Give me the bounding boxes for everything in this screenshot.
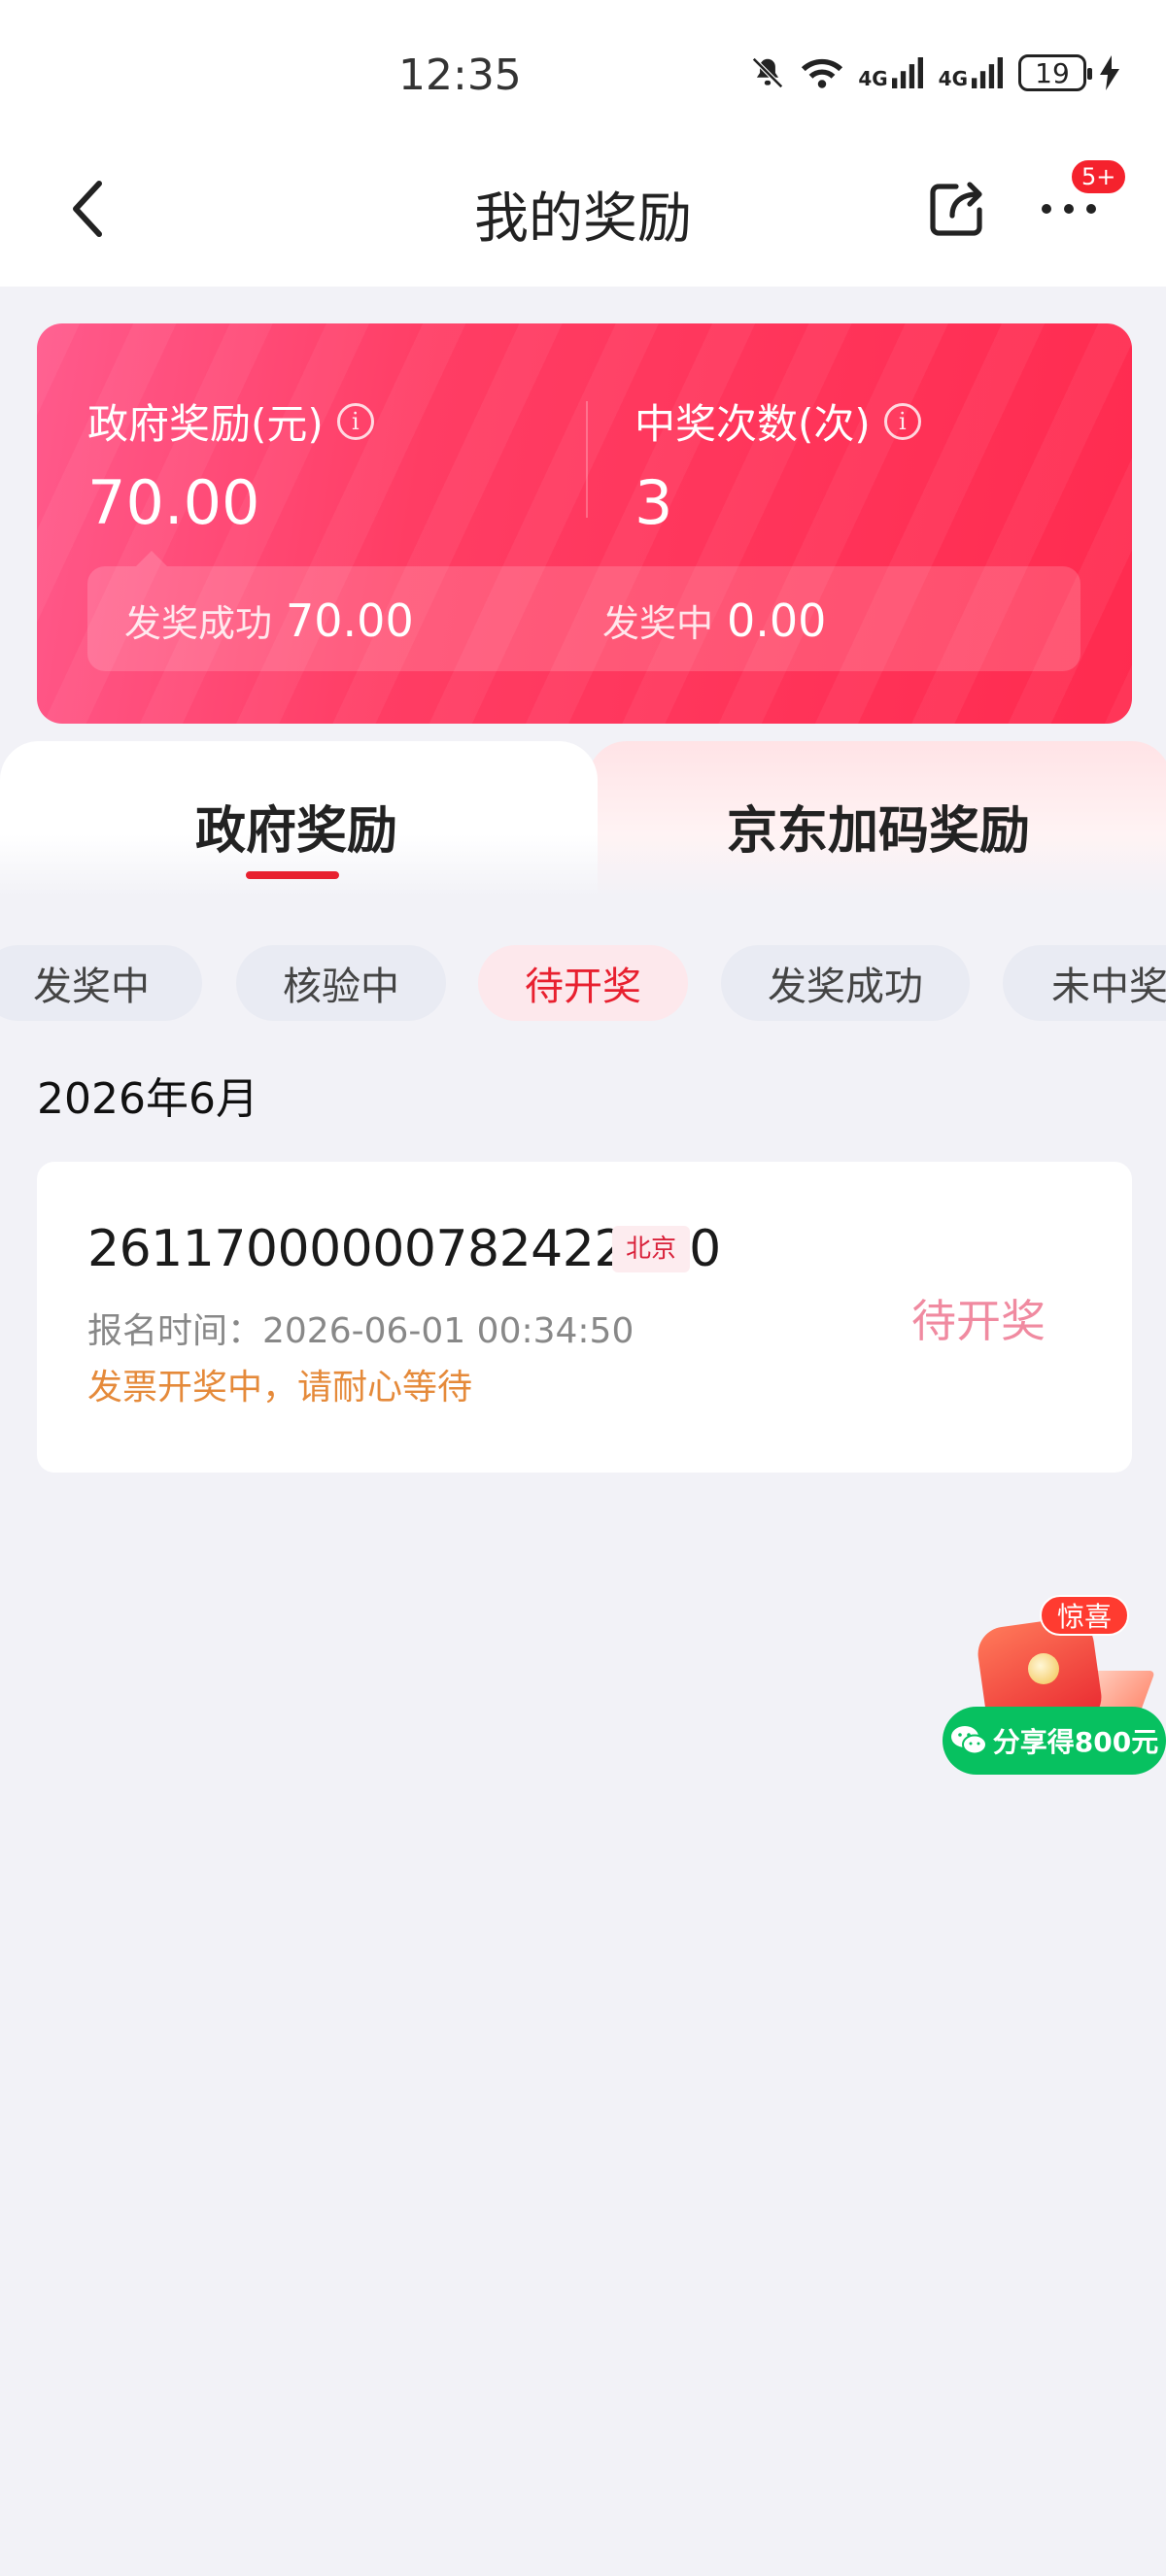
mute-bell-icon	[752, 57, 784, 88]
share-button[interactable]	[925, 177, 989, 241]
win-count-label: 中奖次数(次)	[634, 400, 871, 448]
more-dots-icon	[1042, 204, 1096, 214]
paying-value: 0.00	[727, 594, 827, 647]
tab-gov-reward[interactable]: 政府奖励	[195, 790, 397, 863]
record-status: 待开奖	[911, 1295, 1046, 1347]
status-icons: 4G 4G 19	[749, 54, 1119, 91]
record-note: 发票开奖中，请耐心等待	[87, 1368, 473, 1407]
paying-item: 发奖中 0.00	[602, 593, 826, 647]
battery-level: 19	[1035, 56, 1070, 89]
page-title: 我的奖励	[474, 187, 692, 251]
nav-bar: 我的奖励 5+	[0, 146, 1166, 287]
tab-jd-bonus[interactable]: 京东加码奖励	[727, 790, 1030, 863]
gov-reward-label-group: 政府奖励(元) i	[87, 391, 374, 451]
promo-surprise-tag: 惊喜	[1040, 1595, 1130, 1636]
stat-divider	[586, 401, 588, 518]
paid-label: 发奖成功	[124, 602, 273, 645]
filter-not-won[interactable]: 未中奖	[1003, 945, 1166, 1021]
win-count-value: 3	[634, 467, 673, 538]
network-type-2: 4G	[938, 67, 968, 90]
paid-value: 70.00	[286, 594, 414, 647]
status-time: 12:35	[398, 51, 522, 100]
month-header: 2026年6月	[37, 1074, 258, 1124]
city-tag: 北京	[612, 1226, 691, 1272]
reward-summary-card: 政府奖励(元) i 70.00 中奖次数(次) i 3 发奖成功 70.00 发…	[37, 323, 1132, 724]
info-icon[interactable]: i	[336, 402, 374, 440]
paying-label: 发奖中	[602, 602, 714, 645]
status-bar: 12:35 4G 4G 19	[0, 0, 1166, 146]
status-filter-bar: 发奖中 核验中 待开奖 发奖成功 未中奖	[0, 945, 1166, 1021]
promo-share-button[interactable]: 分享得800元	[943, 1707, 1166, 1775]
filter-paid[interactable]: 发奖成功	[721, 945, 970, 1021]
notification-badge: 5+	[1069, 157, 1129, 196]
reward-record-card[interactable]: 26117000000782422110 北京 报名时间：2026-06-01 …	[37, 1162, 1132, 1473]
payout-breakdown: 发奖成功 70.00 发奖中 0.00	[87, 551, 1080, 671]
record-signup-time: 报名时间：2026-06-01 00:34:50	[87, 1311, 634, 1351]
filter-pending-draw[interactable]: 待开奖	[478, 945, 688, 1021]
signal-2-icon: 4G	[939, 57, 1005, 88]
filter-verifying[interactable]: 核验中	[236, 945, 446, 1021]
main-tabs: 政府奖励 京东加码奖励	[0, 741, 1166, 897]
promo-text: 分享得800元	[992, 1726, 1159, 1758]
paid-item: 发奖成功 70.00	[124, 593, 414, 647]
active-tab-indicator	[246, 871, 339, 879]
signal-1-icon: 4G	[858, 57, 924, 88]
charging-icon	[1100, 55, 1119, 90]
wechat-icon	[950, 1726, 987, 1755]
coin-icon	[1028, 1653, 1059, 1684]
share-icon	[930, 182, 982, 236]
filter-paying[interactable]: 发奖中	[0, 945, 202, 1021]
gov-reward-label: 政府奖励(元)	[87, 400, 324, 448]
network-type-1: 4G	[858, 67, 888, 90]
info-icon[interactable]: i	[883, 402, 921, 440]
share-promo-widget[interactable]: 惊喜 分享得800元	[943, 1593, 1166, 1787]
wifi-icon	[800, 55, 844, 90]
win-count-label-group: 中奖次数(次) i	[634, 391, 921, 451]
gov-reward-value: 70.00	[87, 467, 260, 538]
battery-icon: 19	[1018, 54, 1092, 91]
